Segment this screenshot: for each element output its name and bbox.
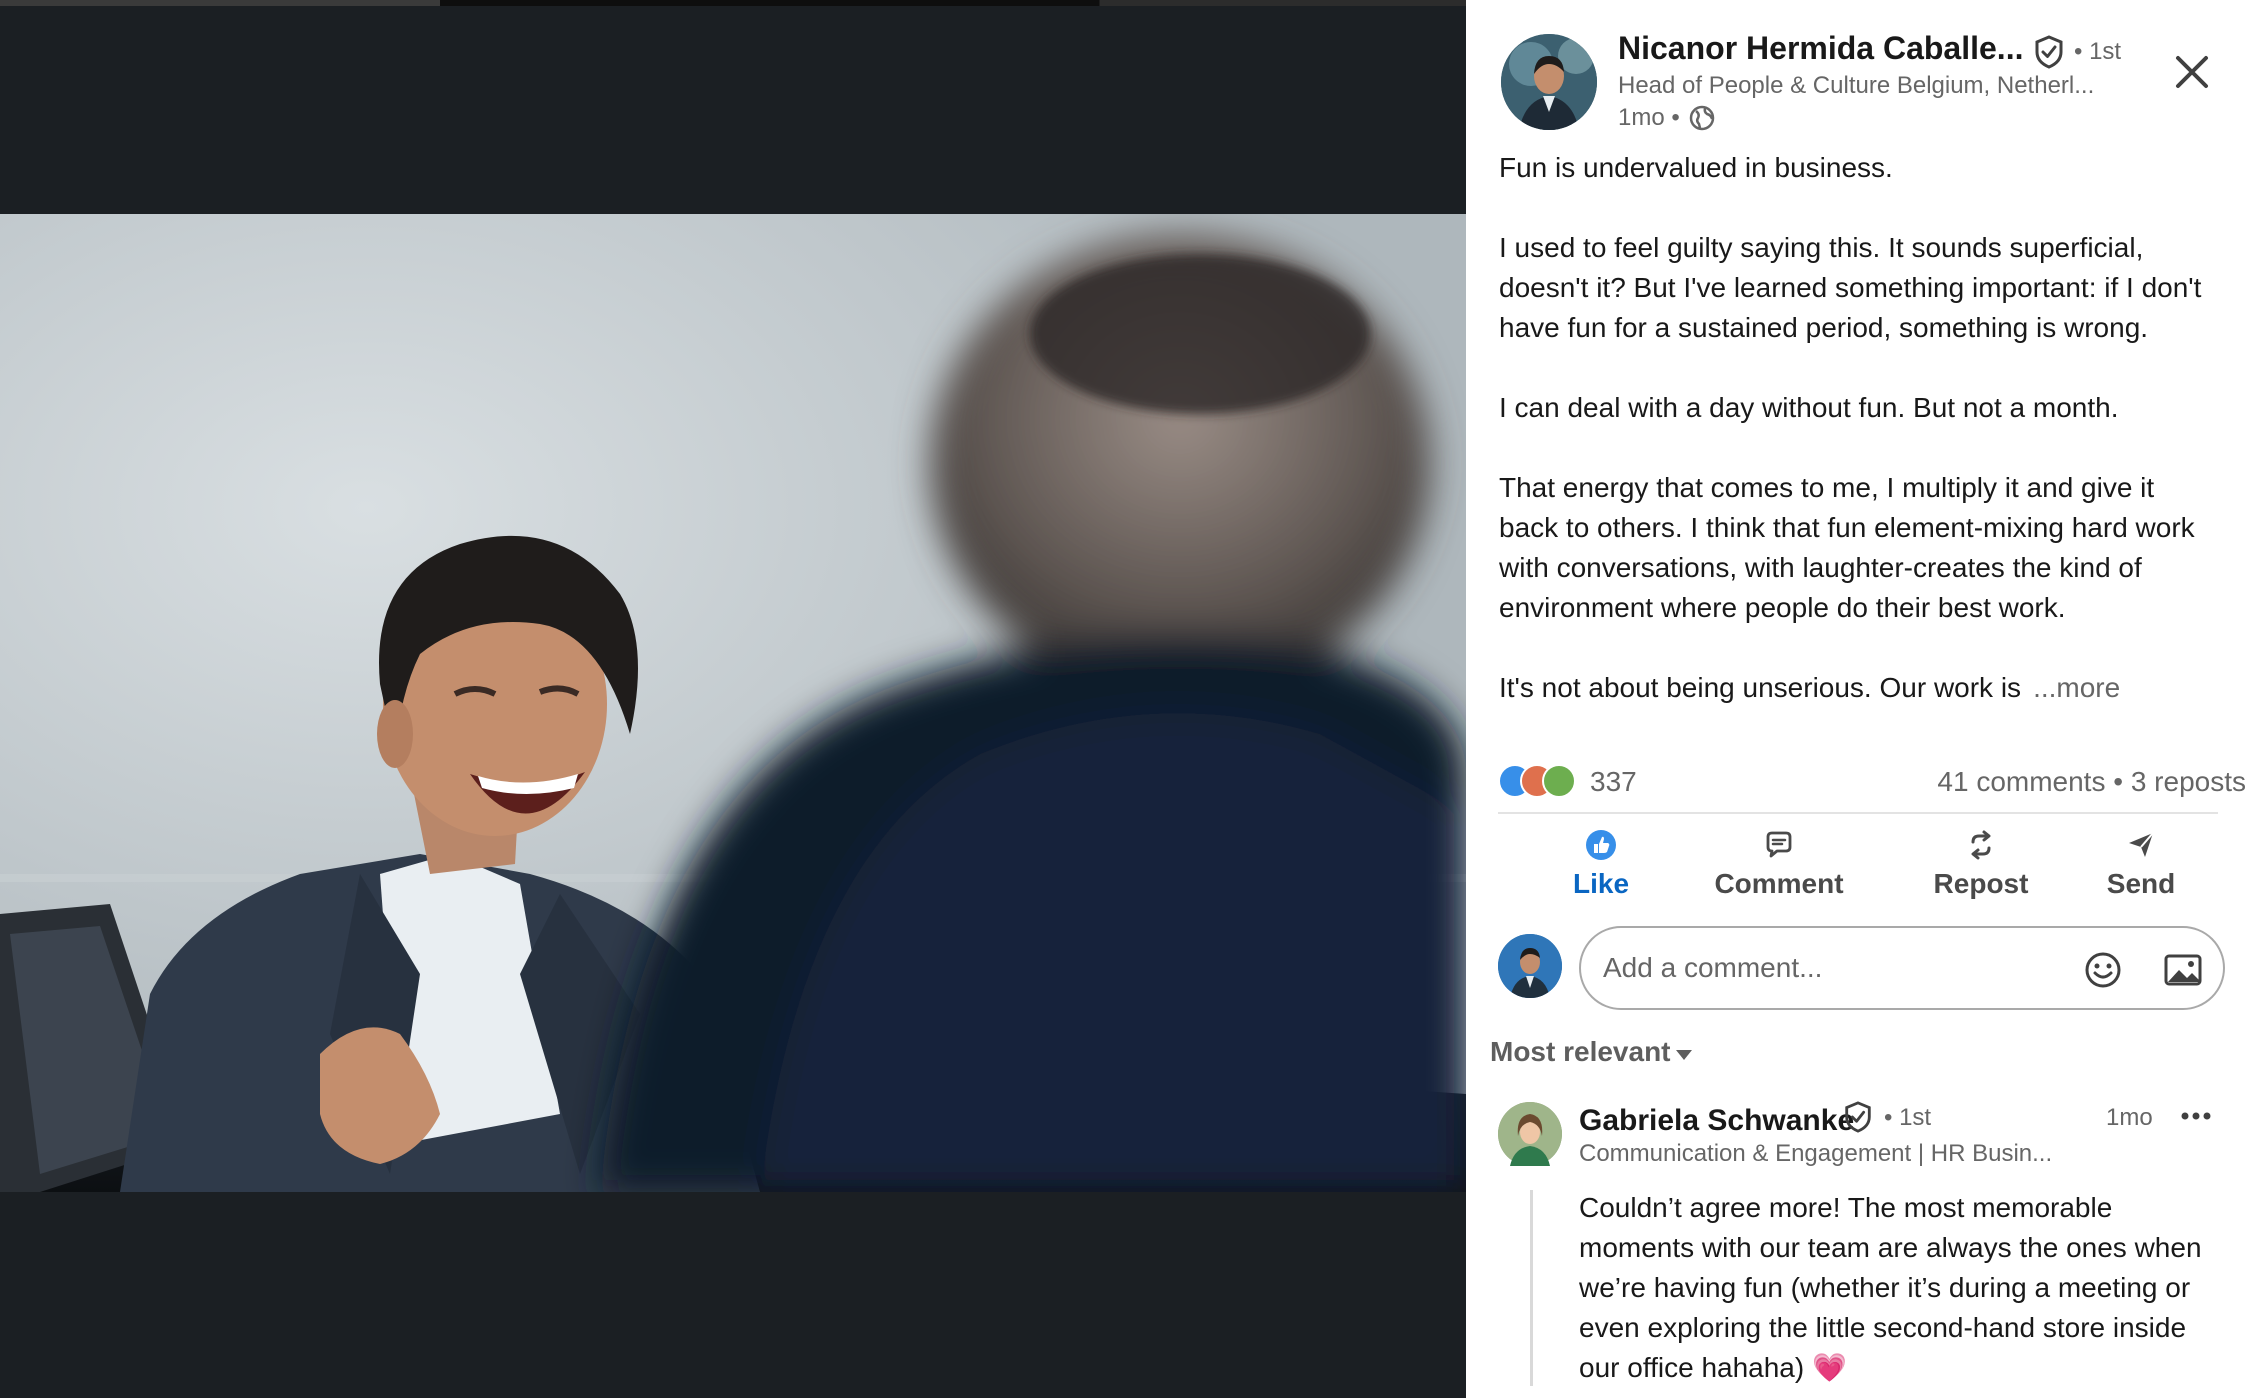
commenter-avatar[interactable] bbox=[1498, 1102, 1562, 1166]
social-counts: 337 41 comments • 3 reposts bbox=[1498, 762, 2246, 802]
close-icon[interactable] bbox=[2170, 50, 2214, 94]
comment-icon bbox=[1766, 831, 1792, 858]
verified-shield-icon bbox=[2035, 35, 2063, 69]
comment-button[interactable]: Comment bbox=[1684, 828, 1874, 912]
author-headline: Head of People & Culture Belgium, Nether… bbox=[1618, 72, 2095, 99]
commenter-portrait bbox=[1498, 1102, 1562, 1166]
comments-reposts-count[interactable]: 41 comments • 3 reposts bbox=[1937, 766, 2246, 798]
media-viewer bbox=[0, 0, 1466, 1398]
repost-label: Repost bbox=[1933, 868, 2029, 899]
post-text: Fun is undervalued in business. I used t… bbox=[1499, 148, 2219, 708]
more-options-icon[interactable] bbox=[2178, 1104, 2214, 1128]
verified-shield-icon bbox=[1845, 1101, 1871, 1133]
thumbs-up-icon bbox=[1586, 830, 1616, 860]
repost-button[interactable]: Repost bbox=[1906, 828, 2056, 912]
post-viewer: Nicanor Hermida Caballe... • 1st Head of… bbox=[0, 0, 2248, 1398]
post-photo-illustration bbox=[0, 214, 1466, 1192]
post-detail-panel: Nicanor Hermida Caballe... • 1st Head of… bbox=[1466, 0, 2248, 1398]
comment-thread-line bbox=[1530, 1190, 1533, 1386]
post-timestamp: 1mo • bbox=[1618, 104, 1680, 131]
media-top-strip bbox=[0, 0, 1466, 6]
like-label: Like bbox=[1572, 868, 1630, 899]
comment-timestamp: 1mo bbox=[2106, 1104, 2153, 1131]
repost-icon bbox=[1971, 830, 1991, 860]
post-paragraph: That energy that comes to me, I multiply… bbox=[1499, 472, 2195, 623]
divider bbox=[1498, 812, 2218, 814]
post-paragraph: I used to feel guilty saying this. It so… bbox=[1499, 232, 2202, 343]
image-icon[interactable] bbox=[2161, 948, 2205, 992]
caret-down-icon[interactable] bbox=[1674, 1048, 1694, 1062]
support-reaction-icon[interactable] bbox=[1542, 764, 1576, 798]
see-more-link[interactable]: ...more bbox=[2033, 672, 2120, 703]
post-last-line: It's not about being unserious. Our work… bbox=[1499, 672, 2022, 703]
send-button[interactable]: Send bbox=[2086, 828, 2196, 912]
comment-sort-dropdown[interactable]: Most relevant bbox=[1490, 1036, 1671, 1068]
post-paragraph: I can deal with a day without fun. But n… bbox=[1499, 392, 2119, 423]
globe-icon bbox=[1689, 105, 1715, 131]
post-paragraph: Fun is undervalued in business. bbox=[1499, 152, 1893, 183]
comment-input[interactable] bbox=[1603, 946, 2073, 990]
comment-label: Comment bbox=[1714, 868, 1844, 899]
comment-text: Couldn’t agree more! The most memorable … bbox=[1579, 1192, 2202, 1383]
current-user-avatar[interactable] bbox=[1498, 934, 1562, 998]
commenter-name[interactable]: Gabriela Schwanke bbox=[1579, 1104, 1854, 1138]
send-icon bbox=[2129, 832, 2154, 857]
connection-degree: • 1st bbox=[2074, 38, 2122, 65]
reaction-count[interactable]: 337 bbox=[1590, 766, 1637, 798]
author-avatar-portrait bbox=[1501, 34, 1597, 130]
post-paragraph-truncated: It's not about being unserious. Our work… bbox=[1499, 668, 2219, 708]
like-button[interactable]: Like bbox=[1546, 828, 1656, 912]
author-avatar[interactable] bbox=[1501, 34, 1597, 130]
author-name[interactable]: Nicanor Hermida Caballe... bbox=[1618, 30, 2023, 67]
comment-composer bbox=[1579, 926, 2225, 1010]
current-user-portrait bbox=[1498, 934, 1562, 998]
emoji-icon[interactable] bbox=[2081, 948, 2125, 992]
send-label: Send bbox=[2106, 868, 2176, 899]
commenter-headline: Communication & Engagement | HR Busin... bbox=[1579, 1140, 2053, 1167]
commenter-degree: • 1st bbox=[1884, 1104, 1932, 1131]
post-photo[interactable] bbox=[0, 214, 1466, 1192]
